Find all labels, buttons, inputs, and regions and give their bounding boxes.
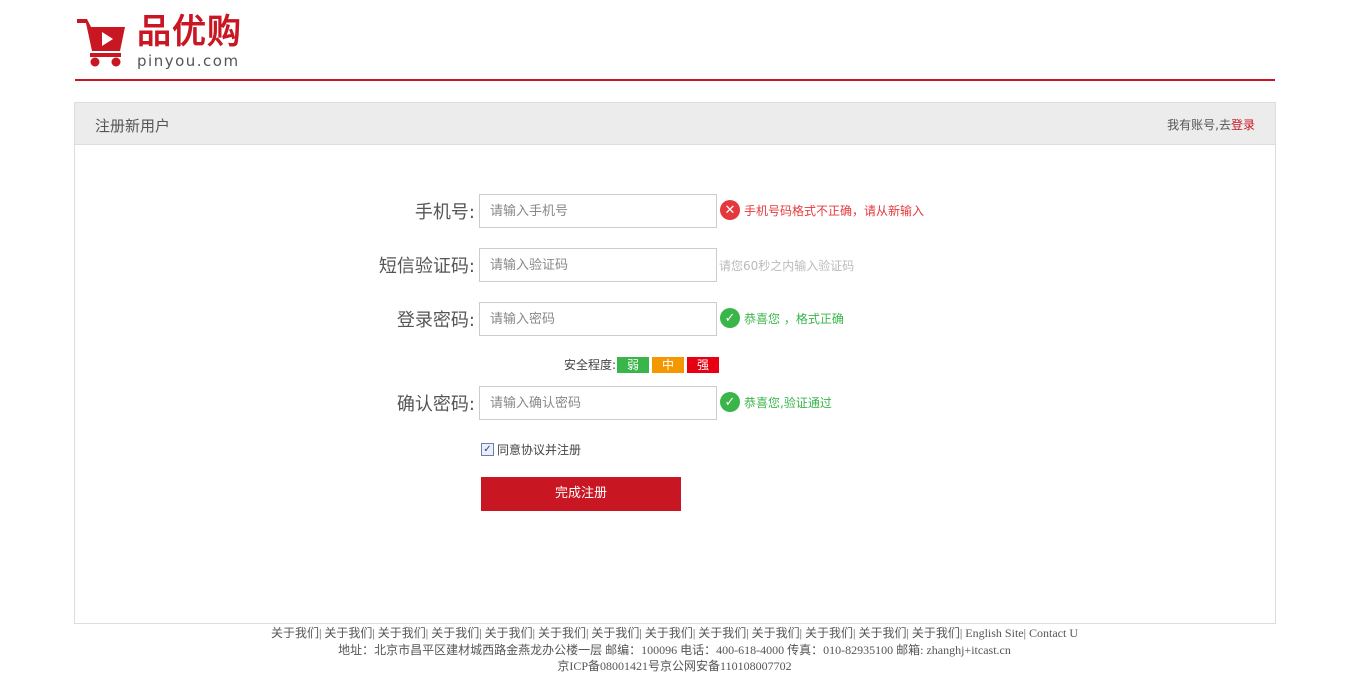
footer-link[interactable]: 关于我们|: [698, 626, 748, 640]
footer-link[interactable]: 关于我们|: [912, 626, 962, 640]
strength-weak: 弱: [617, 356, 650, 373]
sms-row: 短信验证码: 请您60秒之内输入验证码: [75, 248, 1275, 282]
footer-icp: 京ICP备08001421号京公网安备110108007702: [557, 659, 792, 673]
password-message-text: 恭喜您 ，格式正确: [744, 311, 844, 326]
panel-header: 注册新用户 我有账号,去登录: [75, 103, 1275, 145]
check-icon: ✓: [720, 308, 740, 328]
phone-row: 手机号: ✕ 手机号码格式不正确，请从新输入: [75, 194, 1275, 228]
logo-name: 品优购: [137, 12, 242, 52]
footer-link[interactable]: 关于我们|: [431, 626, 481, 640]
phone-input[interactable]: [479, 194, 717, 228]
footer-link[interactable]: English Site|: [965, 626, 1026, 640]
page-title: 注册新用户: [95, 117, 171, 135]
logo[interactable]: 品优购 pinyou.com: [75, 12, 242, 70]
footer-address: 地址：北京市昌平区建材城西路金燕龙办公楼一层 邮编：100096 电话：400-…: [338, 642, 1011, 657]
confirm-ok-message: ✓ 恭喜您,验证通过: [720, 392, 832, 412]
footer-link[interactable]: 关于我们|: [538, 626, 588, 640]
submit-register-button[interactable]: 完成注册: [481, 477, 681, 511]
footer-link[interactable]: 关于我们|: [485, 626, 535, 640]
footer: 关于我们| 关于我们| 关于我们| 关于我们| 关于我们| 关于我们| 关于我们…: [0, 625, 1349, 674]
login-prefix: 我有账号,去: [1167, 118, 1231, 132]
sms-label: 短信验证码:: [378, 256, 475, 277]
footer-link[interactable]: Contact U: [1029, 626, 1078, 640]
confirm-row: 确认密码: ✓ 恭喜您,验证通过: [75, 386, 1275, 420]
logo-domain: pinyou.com: [137, 52, 240, 70]
footer-link[interactable]: 关于我们|: [645, 626, 695, 640]
footer-link[interactable]: 关于我们|: [858, 626, 908, 640]
strength-label: 安全程度:: [564, 358, 617, 372]
error-icon: ✕: [720, 200, 740, 220]
footer-links: 关于我们| 关于我们| 关于我们| 关于我们| 关于我们| 关于我们| 关于我们…: [0, 625, 1349, 642]
logo-text: 品优购 pinyou.com: [137, 12, 242, 69]
phone-message-text: 手机号码格式不正确，请从新输入: [744, 203, 925, 218]
footer-link[interactable]: 关于我们|: [752, 626, 802, 640]
login-link[interactable]: 登录: [1231, 118, 1255, 132]
agree-label: 同意协议并注册: [497, 443, 582, 457]
login-prompt: 我有账号,去登录: [1167, 116, 1255, 133]
password-ok-message: ✓ 恭喜您 ，格式正确: [720, 308, 844, 328]
register-panel: 注册新用户 我有账号,去登录 手机号: ✕ 手机号码格式不正确，请从新输入 短信…: [74, 102, 1276, 624]
footer-link[interactable]: 关于我们|: [805, 626, 855, 640]
password-label: 登录密码:: [396, 310, 475, 331]
footer-link[interactable]: 关于我们|: [271, 626, 321, 640]
confirm-password-input[interactable]: [479, 386, 717, 420]
strength-medium: 中: [652, 356, 685, 373]
sms-hint-message: 请您60秒之内输入验证码: [719, 257, 854, 274]
footer-link[interactable]: 关于我们|: [378, 626, 428, 640]
check-icon: ✓: [720, 392, 740, 412]
strength-strong: 强: [687, 356, 720, 373]
password-row: 登录密码: ✓ 恭喜您 ，格式正确: [75, 302, 1275, 336]
phone-label: 手机号:: [414, 202, 475, 223]
agree-row[interactable]: ✓ 同意协议并注册: [481, 441, 581, 458]
password-strength: 安全程度: 弱 中 强: [564, 356, 720, 373]
footer-link[interactable]: 关于我们|: [591, 626, 641, 640]
phone-error-message: ✕ 手机号码格式不正确，请从新输入: [720, 200, 924, 220]
agree-checkbox[interactable]: ✓: [481, 443, 494, 456]
sms-message-text: 请您60秒之内输入验证码: [719, 259, 855, 273]
site-header: 品优购 pinyou.com: [75, 0, 1275, 81]
footer-link[interactable]: 关于我们|: [324, 626, 374, 640]
password-input[interactable]: [479, 302, 717, 336]
sms-code-input[interactable]: [479, 248, 717, 282]
shopping-cart-icon: [77, 19, 125, 67]
confirm-message-text: 恭喜您,验证通过: [744, 395, 832, 410]
confirm-label: 确认密码:: [396, 394, 475, 415]
